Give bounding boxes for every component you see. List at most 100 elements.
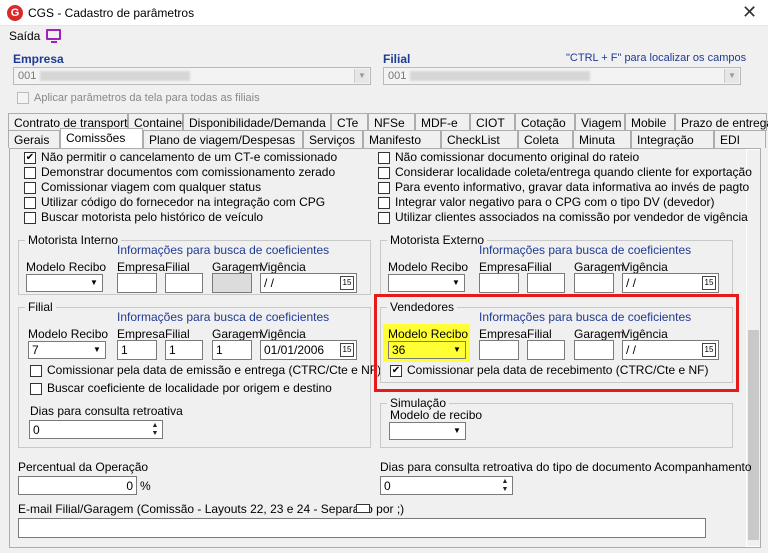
aplicar-checkbox[interactable]: Aplicar parâmetros da tela para todas as… [17, 92, 260, 105]
me-garagem-input[interactable] [574, 273, 614, 293]
simulacao-modelo-select[interactable]: ▼ [389, 422, 466, 440]
me-filial-input[interactable] [527, 273, 565, 293]
opt-codigo-fornecedor[interactable]: Utilizar código do fornecedor na integra… [24, 195, 325, 209]
tab-edi[interactable]: EDI [714, 130, 766, 148]
tab-viagem[interactable]: Viagem [575, 113, 625, 131]
opt-buscar-motorista[interactable]: Buscar motorista pelo histórico de veícu… [24, 210, 263, 224]
filial-field-label: Filial [527, 260, 552, 274]
tab-servicos[interactable]: Serviços [303, 130, 363, 148]
opt-clientes-associados[interactable]: Utilizar clientes associados na comissão… [378, 210, 748, 224]
opt-comissionar-viagem[interactable]: Comissionar viagem com qualquer status [24, 180, 261, 194]
opt-demonstrar[interactable]: Demonstrar documentos com comissionament… [24, 165, 335, 179]
fg-vigencia-input[interactable]: 01/01/2006 15 [260, 340, 357, 360]
opt-label: Comissionar pela data de recebimento (CT… [407, 363, 709, 377]
close-icon[interactable]: ✕ [742, 2, 757, 23]
tab-integracao[interactable]: Integração [631, 130, 714, 148]
info-label: Informações para busca de coeficientes [117, 243, 330, 257]
modelo-recibo-label: Modelo Recibo [388, 260, 469, 274]
calendar-icon[interactable]: 15 [340, 276, 354, 290]
fg-filial-input[interactable]: 1 [165, 340, 203, 360]
fg-modelo-select[interactable]: 7 ▼ [28, 341, 106, 359]
filial-value: 001 [388, 70, 407, 82]
tab-disponibilidade[interactable]: Disponibilidade/Demanda [183, 113, 331, 131]
checkbox-checked-icon: ✔ [24, 151, 36, 164]
percentual-unit: % [140, 479, 151, 493]
fg-empresa-input[interactable]: 1 [117, 340, 157, 360]
checkbox-icon [30, 382, 42, 395]
vd-garagem-input[interactable] [574, 340, 614, 360]
checkbox-icon [378, 166, 390, 179]
tab-mobile[interactable]: Mobile [625, 113, 675, 131]
spinner-icon[interactable]: ▲ ▼ [499, 478, 511, 494]
calendar-icon[interactable]: 15 [702, 276, 716, 290]
vd-modelo-select[interactable]: 36 ▼ [388, 341, 466, 359]
calendar-icon[interactable]: 15 [340, 343, 354, 357]
me-modelo-select[interactable]: ▼ [388, 274, 465, 292]
mi-modelo-select[interactable]: ▼ [26, 274, 103, 292]
me-vigencia-input[interactable]: / / 15 [622, 273, 719, 293]
vd-empresa-input[interactable] [479, 340, 519, 360]
dias-label: Dias para consulta retroativa [30, 404, 183, 418]
vd-vigencia-input[interactable]: / / 15 [622, 340, 719, 360]
empresa-select[interactable]: 001 ▼ [13, 67, 371, 85]
tab-coleta[interactable]: Coleta [518, 130, 573, 148]
chevron-down-icon: ▼ [354, 69, 369, 83]
percentual-label: Percentual da Operação [18, 460, 149, 474]
tab-checklist[interactable]: CheckList [441, 130, 518, 148]
tab-plano-viagem[interactable]: Plano de viagem/Despesas [143, 130, 303, 148]
date-value: / / [626, 343, 637, 357]
me-empresa-input[interactable] [479, 273, 519, 293]
checkbox-icon [17, 92, 29, 105]
opt-label: Comissionar viagem com qualquer status [41, 180, 262, 194]
keyboard-icon[interactable] [356, 504, 370, 513]
tab-cte[interactable]: CTe [331, 113, 368, 131]
fg-chk-localidade[interactable]: Buscar coeficiente de localidade por ori… [30, 381, 332, 395]
tab-prazo[interactable]: Prazo de entrega [675, 113, 768, 131]
mi-garagem-input[interactable] [212, 273, 252, 293]
garagem-field-label: Garagem [212, 327, 263, 341]
tab-gerais[interactable]: Gerais [8, 130, 60, 148]
vd-filial-input[interactable] [527, 340, 565, 360]
fg-garagem-input[interactable]: 1 [212, 340, 252, 360]
chevron-down-icon: ▼ [90, 343, 104, 357]
opt-nao-comissionar[interactable]: Não comissionar documento original do ra… [378, 150, 639, 164]
tab-manifesto[interactable]: Manifesto [363, 130, 441, 148]
empresa-field-label: Empresa [117, 260, 166, 274]
mi-vigencia-input[interactable]: / / 15 [260, 273, 357, 293]
opt-nao-permitir[interactable]: ✔ Não permitir o cancelamento de um CT-e … [24, 150, 337, 164]
checkbox-checked-icon: ✔ [390, 364, 402, 377]
email-input[interactable] [18, 518, 706, 538]
simulacao-modelo-label: Modelo de recibo [390, 408, 483, 422]
spinner-icon[interactable]: ▲ ▼ [149, 422, 161, 438]
percentual-input[interactable]: 0 [18, 476, 137, 495]
tab-nfse[interactable]: NFSe [368, 113, 415, 131]
calendar-icon[interactable]: 15 [702, 343, 716, 357]
monitor-icon[interactable] [46, 29, 61, 43]
tab-ciot[interactable]: CIOT [470, 113, 515, 131]
fg-chk-emissao[interactable]: Comissionar pela data de emissão e entre… [30, 363, 381, 377]
scrollbar-thumb[interactable] [748, 330, 759, 540]
vd-chk-recebimento[interactable]: ✔ Comissionar pela data de recebimento (C… [390, 363, 708, 377]
modelo-value: 7 [32, 343, 39, 357]
tab-comissoes[interactable]: Comissões [60, 128, 143, 148]
menu-bar [0, 26, 768, 46]
tab-mdfe[interactable]: MDF-e [415, 113, 470, 131]
vigencia-field-label: Vigência [260, 327, 306, 341]
chevron-down-icon: ▼ [87, 276, 101, 290]
mi-empresa-input[interactable] [117, 273, 157, 293]
tab-minuta[interactable]: Minuta [573, 130, 631, 148]
opt-considerar-localidade[interactable]: Considerar localidade coleta/entrega qua… [378, 165, 752, 179]
opt-evento-informativo[interactable]: Para evento informativo, gravar data inf… [378, 180, 749, 194]
filial-select[interactable]: 001 ▼ [383, 67, 741, 85]
tab-cotacao[interactable]: Cotação [515, 113, 575, 131]
motorista-interno-title: Motorista Interno [25, 233, 122, 247]
mi-filial-input[interactable] [165, 273, 203, 293]
dias-tipo-value: 0 [384, 479, 391, 493]
chevron-down-icon: ▼ [724, 69, 739, 83]
menu-saida[interactable]: Saída [9, 29, 40, 43]
dias-input[interactable]: 0 ▲ ▼ [29, 420, 163, 439]
empresa-value: 001 [18, 70, 37, 82]
opt-integrar-valor[interactable]: Integrar valor negativo para o CPG com o… [378, 195, 715, 209]
info-label: Informações para busca de coeficientes [479, 310, 692, 324]
dias-tipo-input[interactable]: 0 ▲ ▼ [380, 476, 513, 495]
